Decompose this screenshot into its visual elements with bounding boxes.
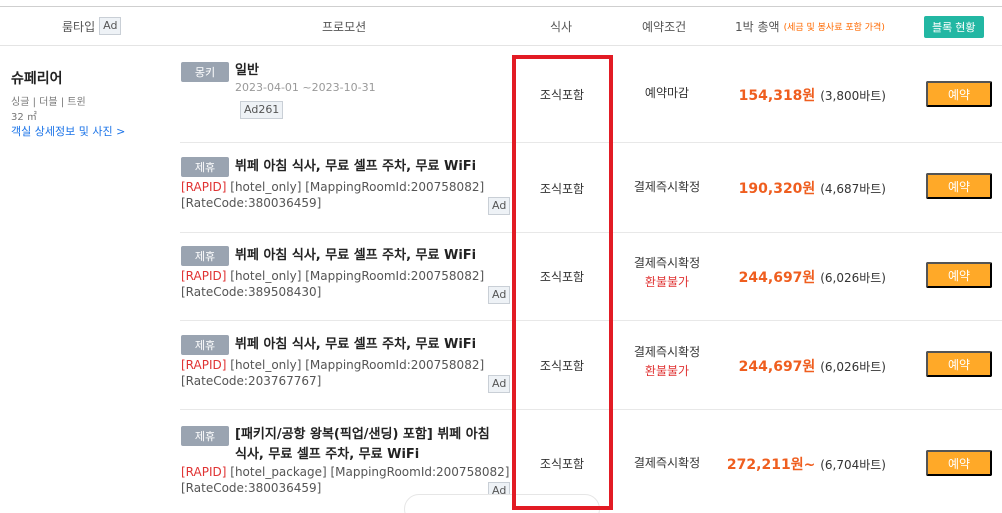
rate-code-line1: [hotel_only] [MappingRoomId:200758082] bbox=[226, 269, 485, 283]
room-size: 32 ㎡ bbox=[11, 112, 37, 123]
price-cell: 272,211원~ (6,704바트) bbox=[727, 454, 886, 474]
price-cell: 244,697원 (6,026바트) bbox=[739, 267, 886, 287]
price-value: 154,318원 bbox=[738, 88, 816, 104]
price-cell: 190,320원 (4,687바트) bbox=[739, 178, 886, 198]
price-thb: (3,800바트) bbox=[820, 89, 886, 103]
rate-badge: 제휴 bbox=[181, 426, 229, 446]
ad-tag: Ad bbox=[488, 286, 511, 304]
header-price-note: (세금 및 봉사료 포함 가격) bbox=[783, 22, 885, 33]
rate-code: [RAPID] [hotel_package] [MappingRoomId:2… bbox=[181, 464, 509, 496]
highlight-box bbox=[512, 55, 613, 510]
non-refundable-label: 환불불가 bbox=[644, 364, 690, 378]
condition-text: 예약마감 bbox=[644, 86, 690, 100]
price-value: 244,697원 bbox=[738, 359, 816, 375]
rate-title-line1: [패키지/공항 왕복(픽업/샌딩) 포함] 뷔페 아침 bbox=[235, 427, 490, 442]
rapid-tag: [RAPID] bbox=[181, 269, 227, 283]
non-refundable-label: 환불불가 bbox=[644, 275, 690, 289]
condition-cell: 결제즉시확정 bbox=[617, 178, 717, 197]
book-button[interactable]: 예약 bbox=[926, 173, 992, 199]
rate-title: 뷔페 아침 식사, 무료 셀프 주차, 무료 WiFi bbox=[235, 248, 477, 263]
price-thb: (4,687바트) bbox=[820, 182, 886, 196]
rate-code: [RAPID] [hotel_only] [MappingRoomId:2007… bbox=[181, 179, 484, 211]
ad-tag: Ad261 bbox=[240, 101, 284, 119]
book-button[interactable]: 예약 bbox=[926, 450, 992, 476]
price-cell: 154,318원 (3,800바트) bbox=[739, 85, 886, 105]
condition-cell: 결제즉시확정 bbox=[617, 454, 717, 473]
rapid-tag: [RAPID] bbox=[181, 465, 227, 479]
room-bed-types: 싱글 | 더블 | 트윈 bbox=[11, 97, 86, 108]
condition-text: 결제즉시확정 bbox=[633, 256, 701, 270]
rate-code-line1: [hotel_only] [MappingRoomId:200758082] bbox=[226, 358, 485, 372]
price-value: 244,697원 bbox=[738, 270, 816, 286]
rate-code-line1: [hotel_package] [MappingRoomId:200758082… bbox=[226, 465, 510, 479]
rate-code-line2: [RateCode:380036459] bbox=[181, 196, 322, 210]
price-thb: (6,704바트) bbox=[820, 458, 886, 472]
price-thb: (6,026바트) bbox=[820, 271, 886, 285]
price-value: 190,320원 bbox=[738, 181, 816, 197]
rate-title: 일반 bbox=[235, 63, 259, 78]
ad-tag: Ad bbox=[488, 375, 511, 393]
rate-title-line2: 식사, 무료 셀프 주차, 무료 WiFi bbox=[235, 447, 420, 462]
room-name: 슈페리어 bbox=[11, 71, 63, 87]
table-header: 룸타입 Ad 프로모션 식사 예약조건 1박 총액 (세금 및 봉사료 포함 가… bbox=[0, 6, 1002, 46]
rapid-tag: [RAPID] bbox=[181, 358, 227, 372]
ad-tag: Ad bbox=[99, 17, 122, 35]
rate-title: 뷔페 아침 식사, 무료 셀프 주차, 무료 WiFi bbox=[235, 159, 477, 174]
price-value: 272,211원~ bbox=[726, 457, 816, 473]
condition-cell: 예약마감 bbox=[617, 84, 717, 103]
header-room-type: 룸타입 Ad bbox=[62, 7, 122, 45]
condition-cell: 결제즉시확정 환불불가 bbox=[617, 343, 717, 381]
rate-badge: 제휴 bbox=[181, 246, 229, 266]
rate-period: 2023-04-01 ~2023-10-31 bbox=[235, 81, 376, 94]
block-status-button[interactable]: 블록 현황 bbox=[924, 16, 984, 38]
header-room-type-label: 룸타입 bbox=[62, 19, 96, 34]
header-meal: 식사 bbox=[550, 19, 573, 34]
book-button[interactable]: 예약 bbox=[926, 351, 992, 377]
condition-text: 결제즉시확정 bbox=[633, 180, 701, 194]
header-promotion: 프로모션 bbox=[322, 19, 367, 34]
rate-code: [RAPID] [hotel_only] [MappingRoomId:2007… bbox=[181, 357, 484, 389]
ad-tag: Ad bbox=[488, 197, 511, 215]
book-button[interactable]: 예약 bbox=[926, 81, 992, 107]
price-cell: 244,697원 (6,026바트) bbox=[739, 356, 886, 376]
rate-code-line2: [RateCode:389508430] bbox=[181, 285, 322, 299]
condition-text: 결제즉시확정 bbox=[633, 345, 701, 359]
header-condition: 예약조건 bbox=[642, 19, 687, 34]
rate-code: [RAPID] [hotel_only] [MappingRoomId:2007… bbox=[181, 268, 484, 300]
header-price-label: 1박 총액 bbox=[735, 19, 780, 34]
condition-text: 결제즉시확정 bbox=[633, 456, 701, 470]
rate-code-line2: [RateCode:203767767] bbox=[181, 374, 322, 388]
rate-badge: 제휴 bbox=[181, 335, 229, 355]
rate-code-line1: [hotel_only] [MappingRoomId:200758082] bbox=[226, 180, 485, 194]
rapid-tag: [RAPID] bbox=[181, 180, 227, 194]
rate-badge: 제휴 bbox=[181, 157, 229, 177]
condition-cell: 결제즉시확정 환불불가 bbox=[617, 254, 717, 292]
header-price: 1박 총액 (세금 및 봉사료 포함 가격) bbox=[735, 7, 885, 45]
rate-badge: 몽키 bbox=[181, 62, 229, 82]
room-detail-link[interactable]: 객실 상세정보 및 사진 > bbox=[11, 123, 125, 139]
rate-title: [패키지/공항 왕복(픽업/샌딩) 포함] 뷔페 아침 식사, 무료 셀프 주차… bbox=[235, 425, 490, 465]
rate-title: 뷔페 아침 식사, 무료 셀프 주차, 무료 WiFi bbox=[235, 337, 477, 352]
book-button[interactable]: 예약 bbox=[926, 262, 992, 288]
price-thb: (6,026바트) bbox=[820, 360, 886, 374]
